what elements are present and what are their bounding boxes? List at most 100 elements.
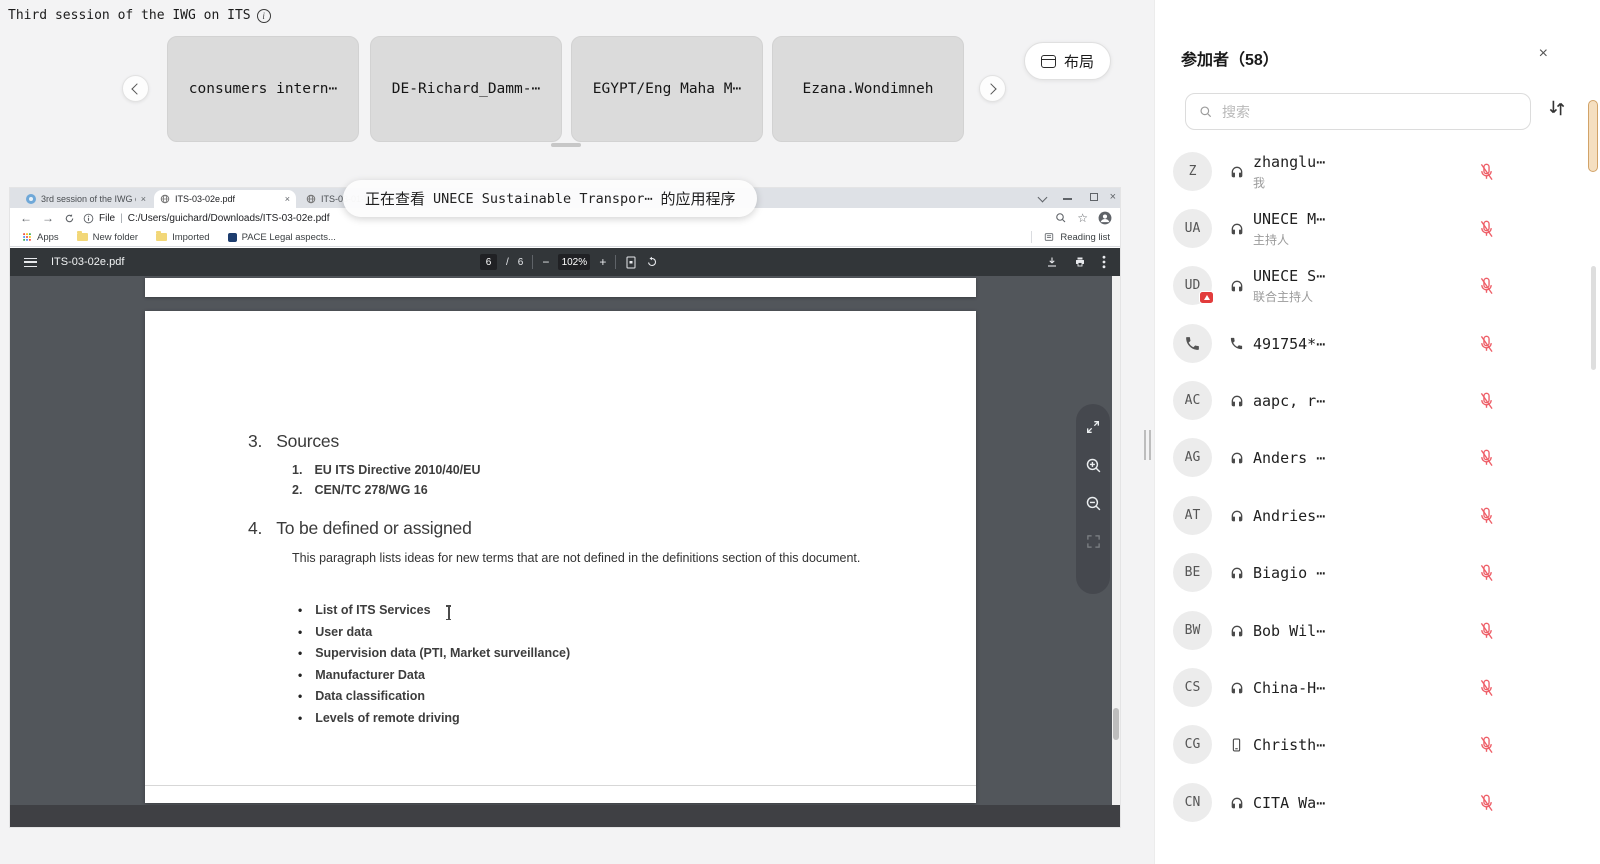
mic-muted-icon[interactable]: [1478, 734, 1495, 755]
video-tile[interactable]: Ezana.Wondimneh: [772, 36, 964, 142]
shared-browser-window: 3rd session of the IWG on ITS - T × ITS-…: [10, 188, 1120, 827]
bullet-item: List of ITS Services: [315, 600, 430, 622]
page-info-icon[interactable]: [83, 213, 94, 224]
zoom-page-icon[interactable]: [1055, 212, 1067, 224]
bookmark-apps[interactable]: Apps: [22, 232, 59, 243]
window-minimize-icon[interactable]: [1063, 198, 1072, 200]
window-close-icon[interactable]: ×: [1110, 191, 1116, 203]
carousel-next-button[interactable]: [979, 75, 1006, 102]
pace-favicon-icon: [228, 233, 237, 242]
tab-its-03-02e[interactable]: ITS-03-02e.pdf ×: [154, 190, 296, 208]
pdf-zoom-level: 102%: [558, 254, 590, 270]
sort-participants-icon[interactable]: [1548, 98, 1566, 118]
layout-button[interactable]: 布局: [1024, 42, 1111, 80]
zoom-out-button[interactable]: −: [542, 255, 549, 269]
tab-title: ITS-03-02e.pdf: [175, 194, 235, 204]
participant-row[interactable]: CS China-H⋯: [1155, 659, 1595, 716]
zoom-out-icon[interactable]: [1084, 494, 1102, 512]
mic-muted-icon[interactable]: [1478, 275, 1495, 296]
profile-avatar-icon[interactable]: [1098, 211, 1112, 225]
mic-muted-icon[interactable]: [1478, 562, 1495, 583]
participant-row[interactable]: UD UNECE S⋯联合主持人: [1155, 257, 1595, 314]
phone-icon: [1229, 336, 1245, 352]
bookmark-star-icon[interactable]: ☆: [1077, 212, 1088, 224]
address-text[interactable]: File | C:/Users/guichard/Downloads/ITS-0…: [83, 213, 330, 224]
pdf-toolbar: ITS-03-02e.pdf 6 / 6 − 102% +: [10, 248, 1120, 276]
mic-muted-icon[interactable]: [1478, 218, 1495, 239]
mic-muted-icon[interactable]: [1478, 447, 1495, 468]
mic-muted-icon[interactable]: [1478, 390, 1495, 411]
reload-icon[interactable]: [64, 213, 75, 224]
video-tile-name: consumers intern⋯: [189, 81, 337, 97]
participant-row[interactable]: CG Christh⋯: [1155, 716, 1595, 773]
participant-row[interactable]: BE Biagio ⋯: [1155, 544, 1595, 601]
chevron-right-icon: [985, 83, 996, 94]
zoom-in-button[interactable]: +: [599, 255, 606, 269]
video-tile-name: Ezana.Wondimneh: [803, 81, 934, 97]
bookmark-imported[interactable]: Imported: [156, 232, 210, 243]
reading-list-button[interactable]: Reading list: [1031, 231, 1110, 243]
headset-icon: [1229, 623, 1245, 639]
participant-row[interactable]: 491754*⋯: [1155, 315, 1595, 372]
participant-name: Andries⋯: [1253, 507, 1325, 525]
mic-muted-icon[interactable]: [1478, 333, 1495, 354]
mic-muted-icon[interactable]: [1478, 792, 1495, 813]
fit-page-icon[interactable]: [625, 256, 637, 269]
participant-name: 491754*⋯: [1253, 335, 1325, 353]
mic-muted-icon[interactable]: [1478, 620, 1495, 641]
tab-iwg-session[interactable]: 3rd session of the IWG on ITS - T ×: [20, 190, 152, 208]
video-tile[interactable]: consumers intern⋯: [167, 36, 359, 142]
tab-close-icon[interactable]: ×: [141, 194, 146, 204]
pdf-scrollbar-thumb[interactable]: [1113, 708, 1119, 740]
participant-row[interactable]: AT Andries⋯: [1155, 487, 1595, 544]
overlay-app-name: UNECE Sustainable Transpor⋯: [433, 191, 652, 207]
participant-row[interactable]: UA UNECE M⋯主持人: [1155, 200, 1595, 257]
expand-view-icon[interactable]: [1084, 418, 1102, 436]
globe-favicon-icon: [306, 194, 316, 204]
print-icon[interactable]: [1074, 256, 1086, 268]
share-view-controls: [1076, 404, 1110, 594]
bookmark-new-folder[interactable]: New folder: [77, 232, 138, 243]
participant-role: 我: [1253, 174, 1325, 191]
back-icon[interactable]: ←: [20, 212, 32, 224]
forward-icon[interactable]: →: [42, 212, 54, 224]
video-tile[interactable]: DE-Richard_Damm-⋯: [370, 36, 562, 142]
bookmark-pace[interactable]: PACE Legal aspects...: [228, 232, 336, 243]
download-icon[interactable]: [1046, 256, 1058, 268]
mic-muted-icon[interactable]: [1478, 677, 1495, 698]
participant-search[interactable]: [1185, 93, 1531, 130]
more-options-icon[interactable]: [1102, 255, 1106, 269]
avatar: UA: [1173, 209, 1212, 248]
rotate-icon[interactable]: [646, 256, 658, 268]
mic-muted-icon[interactable]: [1478, 161, 1495, 182]
pdf-scrollbar-track[interactable]: [1112, 276, 1120, 805]
participant-row[interactable]: CN CITA Wa⋯: [1155, 774, 1595, 831]
participant-row[interactable]: AG Anders ⋯: [1155, 429, 1595, 486]
tab-close-icon[interactable]: ×: [285, 194, 290, 204]
window-chevron-icon[interactable]: [1038, 193, 1048, 203]
headset-icon: [1229, 450, 1245, 466]
window-restore-icon[interactable]: [1090, 193, 1098, 201]
participant-row[interactable]: AC aapc, r⋯: [1155, 372, 1595, 429]
headset-icon: [1229, 278, 1245, 294]
pdf-page-input[interactable]: 6: [480, 254, 497, 270]
zoom-in-icon[interactable]: [1084, 456, 1102, 474]
panel-resize-handle[interactable]: [1144, 430, 1152, 460]
info-icon[interactable]: i: [257, 9, 271, 23]
folder-icon: [156, 233, 167, 241]
panel-close-icon[interactable]: ×: [1539, 46, 1548, 62]
video-strip-drag-handle[interactable]: [551, 143, 581, 147]
participant-name: zhanglu⋯: [1253, 153, 1325, 171]
bookmark-label: New folder: [93, 232, 138, 243]
participant-row[interactable]: BW Bob Wil⋯: [1155, 602, 1595, 659]
video-tile[interactable]: EGYPT/Eng Maha M⋯: [571, 36, 763, 142]
fullscreen-icon[interactable]: [1084, 532, 1102, 550]
participants-title: 参加者（58）: [1181, 46, 1279, 70]
page-separator: /: [506, 257, 509, 268]
pdf-menu-icon[interactable]: [24, 258, 37, 267]
mic-muted-icon[interactable]: [1478, 505, 1495, 526]
search-input[interactable]: [1222, 104, 1492, 120]
carousel-prev-button[interactable]: [122, 75, 149, 102]
participant-row[interactable]: Z zhanglu⋯我: [1155, 143, 1595, 200]
participant-role: 主持人: [1253, 231, 1325, 248]
